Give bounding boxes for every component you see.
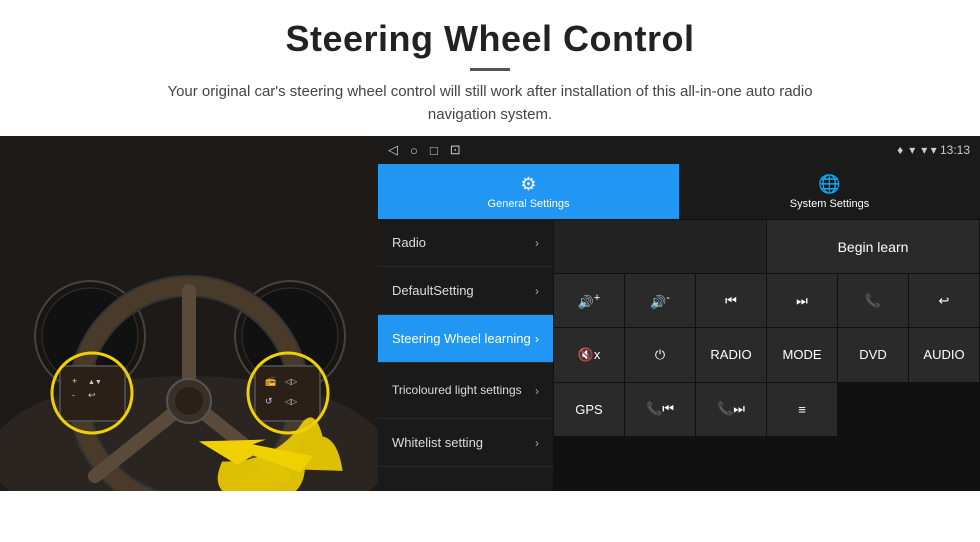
volume-up-button[interactable]: 🔊+: [554, 274, 624, 327]
playlist-icon: ≡: [798, 402, 806, 417]
playlist-button[interactable]: ≡: [767, 383, 837, 436]
title-divider: [470, 68, 510, 71]
globe-icon: 🌐: [818, 174, 840, 195]
power-icon: ⏻: [655, 347, 665, 363]
audio-button[interactable]: AUDIO: [909, 328, 979, 381]
menu-item-steering[interactable]: Steering Wheel learning ›: [378, 315, 553, 363]
chevron-right-icon: ›: [535, 436, 539, 450]
power-button[interactable]: ⏻: [625, 328, 695, 381]
hangup-icon: ↩: [939, 293, 950, 309]
gps-label: GPS: [575, 402, 602, 417]
time-display: ▾ ▾ 13:13: [921, 143, 970, 157]
tab-system[interactable]: 🌐 System Settings: [679, 164, 980, 219]
menu-item-default[interactable]: DefaultSetting ›: [378, 267, 553, 315]
signal-icon: ♦: [897, 143, 903, 157]
menu-label-whitelist: Whitelist setting: [392, 435, 483, 450]
svg-text:+: +: [72, 376, 77, 386]
tab-bar: ⚙ General Settings 🌐 System Settings: [378, 164, 980, 219]
menu-label-radio: Radio: [392, 235, 426, 250]
chevron-right-icon: ›: [535, 332, 539, 346]
menu-item-radio[interactable]: Radio ›: [378, 219, 553, 267]
status-bar-left: ◁ ○ □ ⊡: [388, 142, 461, 158]
tab-general-label: General Settings: [488, 198, 570, 210]
wifi-icon: ▾: [909, 143, 915, 157]
status-bar-right: ♦ ▾ ▾ ▾ 13:13: [897, 143, 970, 157]
phone-icon: 📞: [865, 293, 881, 309]
status-bar: ◁ ○ □ ⊡ ♦ ▾ ▾ ▾ 13:13: [378, 136, 980, 164]
tel-prev-button[interactable]: 📞⏮: [625, 383, 695, 436]
top-section: Steering Wheel Control Your original car…: [0, 0, 980, 136]
hangup-button[interactable]: ↩: [909, 274, 979, 327]
chevron-right-icon: ›: [535, 284, 539, 298]
menu-list: Radio › DefaultSetting › Steering Wheel …: [378, 219, 553, 491]
svg-text:-: -: [72, 390, 75, 400]
android-panel: ◁ ○ □ ⊡ ♦ ▾ ▾ ▾ 13:13 ⚙ General Settings…: [378, 136, 980, 491]
gps-button[interactable]: GPS: [554, 383, 624, 436]
phone-button[interactable]: 📞: [838, 274, 908, 327]
tel-next-button[interactable]: 📞⏭: [696, 383, 766, 436]
dvd-button[interactable]: DVD: [838, 328, 908, 381]
radio-label: RADIO: [710, 347, 751, 362]
menu-item-whitelist[interactable]: Whitelist setting ›: [378, 419, 553, 467]
control-grid: Begin learn 🔊+ 🔊- ⏮ ⏭ 📞: [553, 219, 980, 491]
menu-label-steering: Steering Wheel learning: [392, 331, 531, 346]
tab-system-label: System Settings: [790, 198, 869, 210]
lower-area: Radio › DefaultSetting › Steering Wheel …: [378, 219, 980, 491]
dvd-label: DVD: [859, 347, 886, 362]
tab-general[interactable]: ⚙ General Settings: [378, 164, 679, 219]
audio-label: AUDIO: [923, 347, 964, 362]
svg-text:◁▷: ◁▷: [285, 397, 298, 406]
svg-text:◁▷: ◁▷: [285, 377, 298, 386]
menu-item-tricoloured[interactable]: Tricoloured light settings ›: [378, 363, 553, 419]
subtitle-text: Your original car's steering wheel contr…: [140, 81, 840, 126]
svg-text:▲▼: ▲▼: [88, 379, 102, 386]
recent-icon[interactable]: □: [430, 143, 438, 158]
content-area: 80 km/h + - ▲▼ ↩ 📻 ◁▷ ↺ ◁▷: [0, 136, 980, 491]
svg-text:↩: ↩: [88, 390, 96, 400]
mute-button[interactable]: 🔇x: [554, 328, 624, 381]
svg-text:↺: ↺: [265, 396, 273, 406]
empty-cell: [554, 220, 766, 273]
gear-icon: ⚙: [520, 174, 536, 195]
volume-down-icon: 🔊-: [650, 292, 670, 310]
screen-icon[interactable]: ⊡: [450, 142, 461, 158]
tel-prev-icon: 📞⏮: [646, 401, 674, 417]
mode-button[interactable]: MODE: [767, 328, 837, 381]
mode-label: MODE: [783, 347, 822, 362]
chevron-right-icon: ›: [535, 384, 539, 398]
chevron-right-icon: ›: [535, 236, 539, 250]
menu-label-tricoloured: Tricoloured light settings: [392, 383, 522, 399]
next-track-icon: ⏭: [796, 293, 808, 309]
mute-icon: 🔇x: [578, 347, 601, 363]
radio-button[interactable]: RADIO: [696, 328, 766, 381]
tel-next-icon: 📞⏭: [717, 401, 745, 417]
next-track-button[interactable]: ⏭: [767, 274, 837, 327]
page-title: Steering Wheel Control: [20, 18, 960, 60]
volume-down-button[interactable]: 🔊-: [625, 274, 695, 327]
back-icon[interactable]: ◁: [388, 142, 398, 158]
menu-label-default: DefaultSetting: [392, 283, 474, 298]
volume-up-icon: 🔊+: [578, 292, 601, 310]
prev-track-button[interactable]: ⏮: [696, 274, 766, 327]
begin-learn-button[interactable]: Begin learn: [767, 220, 979, 273]
svg-text:📻: 📻: [265, 376, 276, 386]
prev-track-icon: ⏮: [725, 293, 737, 309]
home-icon[interactable]: ○: [410, 143, 418, 158]
image-area: 80 km/h + - ▲▼ ↩ 📻 ◁▷ ↺ ◁▷: [0, 136, 378, 491]
